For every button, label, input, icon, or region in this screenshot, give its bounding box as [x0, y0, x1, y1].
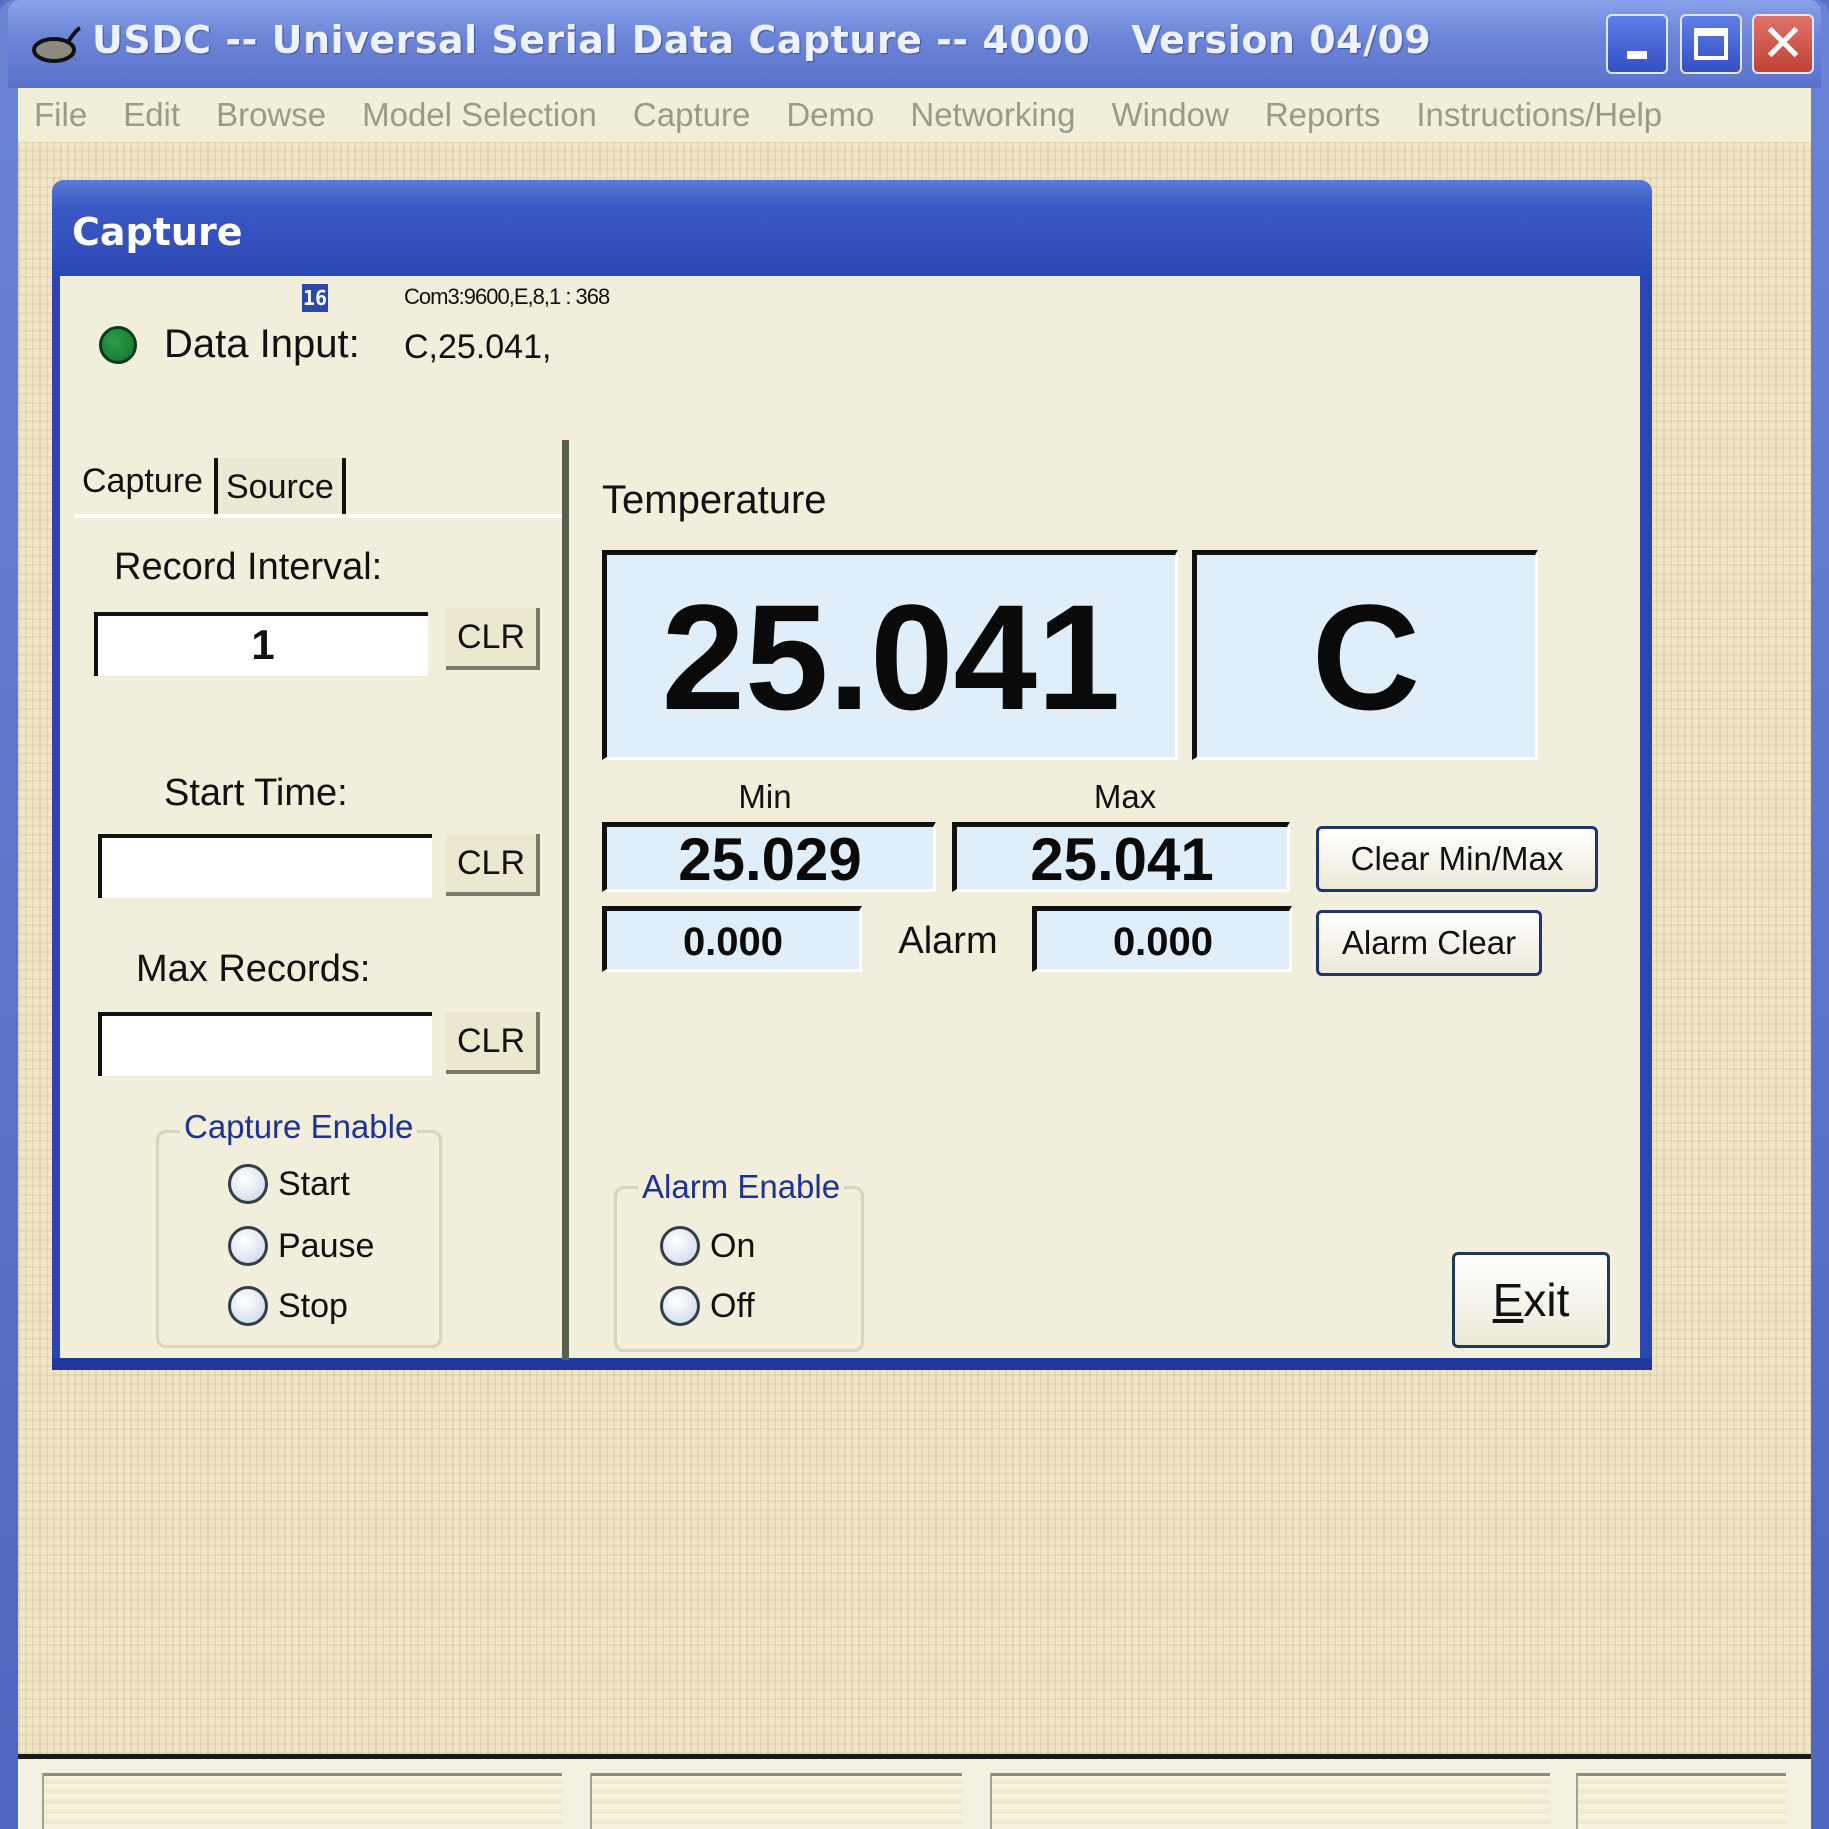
alarm-high-input[interactable]: 0.000: [1032, 906, 1292, 972]
maximize-button[interactable]: [1680, 14, 1742, 74]
minimize-icon: [1627, 51, 1647, 59]
exit-button-label: Exit: [1492, 1274, 1570, 1326]
menu-demo[interactable]: Demo: [786, 96, 874, 134]
panel-splitter[interactable]: [562, 440, 569, 1360]
menu-edit[interactable]: Edit: [123, 96, 180, 134]
max-records-clear-button[interactable]: CLR: [446, 1012, 540, 1074]
menu-window[interactable]: Window: [1111, 96, 1228, 134]
menu-instructions-help[interactable]: Instructions/Help: [1416, 96, 1662, 134]
radio-icon[interactable]: [660, 1286, 700, 1326]
radio-icon[interactable]: [660, 1226, 700, 1266]
capture-window-title: Capture: [72, 210, 243, 254]
alarm-enable-group: [614, 1186, 864, 1352]
tab-source[interactable]: Source: [214, 458, 346, 516]
record-interval-label: Record Interval:: [114, 546, 383, 588]
status-panel-1: [42, 1773, 562, 1829]
port-info: Com3:9600,E,8,1 : 368: [404, 284, 610, 309]
close-button[interactable]: ✕: [1752, 14, 1814, 74]
unit-display: C: [1192, 550, 1538, 760]
radio-label: Stop: [278, 1286, 348, 1325]
status-panel-4: [1576, 1773, 1786, 1829]
menu-networking[interactable]: Networking: [910, 96, 1075, 134]
exit-button[interactable]: Exit: [1452, 1252, 1610, 1348]
record-interval-input[interactable]: 1: [94, 612, 428, 676]
usdc-app-icon: [32, 26, 82, 63]
menu-file[interactable]: File: [34, 96, 87, 134]
radio-label: Pause: [278, 1226, 375, 1265]
capture-enable-title: Capture Enable: [180, 1108, 418, 1146]
tab-underline: [74, 514, 564, 518]
clear-min-max-button[interactable]: Clear Min/Max: [1316, 826, 1598, 892]
capture-window-border: [52, 1358, 1652, 1370]
capture-start-radio[interactable]: Start: [228, 1164, 350, 1204]
data-input-value: C,25.041,: [404, 328, 552, 366]
alarm-on-radio[interactable]: On: [660, 1226, 755, 1266]
max-records-label: Max Records:: [136, 948, 371, 990]
data-input-led-icon: [99, 326, 137, 364]
capture-pause-radio[interactable]: Pause: [228, 1226, 374, 1266]
tab-bar: Capture Source: [74, 452, 564, 516]
minimize-button[interactable]: [1606, 14, 1668, 74]
maximize-icon: [1694, 28, 1728, 60]
close-icon: ✕: [1761, 14, 1805, 74]
app-window: USDC -- Universal Serial Data Capture --…: [0, 0, 1829, 1829]
status-bar: [18, 1759, 1811, 1829]
menu-reports[interactable]: Reports: [1265, 96, 1381, 134]
start-time-clear-button[interactable]: CLR: [446, 834, 540, 896]
capture-title-bar[interactable]: Capture: [52, 180, 1652, 276]
menu-bar: File Edit Browse Model Selection Capture…: [18, 88, 1811, 142]
min-value-display: 25.029: [602, 822, 936, 893]
data-input-label: Data Input:: [164, 322, 360, 366]
alarm-label: Alarm: [898, 920, 998, 962]
record-interval-clear-button[interactable]: CLR: [446, 608, 540, 670]
status-panel-2: [590, 1773, 962, 1829]
max-label: Max: [1093, 778, 1157, 815]
window-title: USDC -- Universal Serial Data Capture --…: [92, 18, 1432, 62]
radio-label: On: [710, 1226, 756, 1265]
alarm-enable-title: Alarm Enable: [638, 1168, 845, 1206]
radio-icon[interactable]: [228, 1164, 268, 1204]
start-time-label: Start Time:: [164, 772, 348, 814]
menu-model-selection[interactable]: Model Selection: [362, 96, 597, 134]
alarm-off-radio[interactable]: Off: [660, 1286, 755, 1326]
radio-label: Start: [278, 1164, 350, 1203]
max-value-display: 25.041: [952, 822, 1290, 893]
max-records-input[interactable]: [98, 1012, 432, 1076]
status-panel-3: [990, 1773, 1550, 1829]
radio-icon[interactable]: [228, 1226, 268, 1266]
alarm-clear-button[interactable]: Alarm Clear: [1316, 910, 1542, 976]
title-bar[interactable]: USDC -- Universal Serial Data Capture --…: [8, 0, 1821, 88]
reading-display: 25.041: [602, 550, 1178, 760]
start-time-input[interactable]: [98, 834, 432, 898]
radio-label: Off: [710, 1286, 755, 1325]
measurement-label: Temperature: [602, 478, 827, 522]
tab-capture[interactable]: Capture: [74, 452, 211, 516]
menu-capture[interactable]: Capture: [633, 96, 750, 134]
capture-stop-radio[interactable]: Stop: [228, 1286, 348, 1326]
radio-icon[interactable]: [228, 1286, 268, 1326]
alarm-low-input[interactable]: 0.000: [602, 906, 862, 972]
min-label: Min: [738, 778, 792, 815]
port-count-icon: 16: [302, 284, 328, 312]
menu-browse[interactable]: Browse: [216, 96, 326, 134]
